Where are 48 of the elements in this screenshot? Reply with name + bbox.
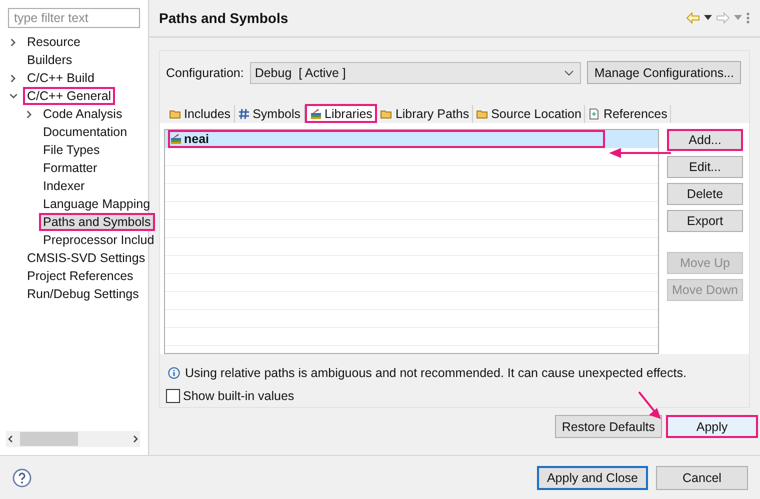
tree-item[interactable]: Code Analysis [39, 105, 126, 123]
folder-icon [380, 108, 392, 120]
books-icon [170, 133, 182, 145]
tree-item[interactable]: C/C++ Build [23, 69, 98, 87]
dialog-button[interactable]: Apply [666, 415, 758, 438]
tree-item[interactable]: Paths and Symbols [39, 213, 155, 231]
tree-item[interactable]: Run/Debug Settings [23, 285, 143, 303]
footer-button[interactable]: Apply and Close [536, 466, 648, 490]
tree-item[interactable]: File Types [39, 141, 104, 159]
dropdown-icon[interactable] [704, 15, 712, 21]
tree-item[interactable]: Builders [23, 51, 76, 69]
help-icon[interactable] [12, 468, 32, 488]
folder-icon [169, 108, 181, 120]
more-icon[interactable] [746, 12, 750, 24]
footer-button[interactable]: Cancel [656, 466, 748, 490]
tree-item[interactable]: Indexer [39, 177, 89, 195]
tree-item[interactable]: Resource [23, 33, 84, 51]
tree-item[interactable]: CMSIS-SVD Settings [23, 249, 150, 267]
side-button[interactable]: Edit... [667, 156, 743, 178]
configuration-label: Configuration: [166, 66, 244, 80]
info-icon [168, 367, 180, 379]
manage-configurations-button[interactable]: Manage Configurations... [587, 61, 741, 84]
filter-field[interactable]: type filter text [8, 8, 140, 28]
checkbox-label: Show built-in values [183, 389, 294, 403]
tree-item[interactable]: Preprocessor Includ [39, 231, 158, 249]
info-text: Using relative paths is ambiguous and not recommended. It can cause unexpected effects. [185, 366, 686, 380]
folder-icon [476, 108, 488, 120]
annotation-arrow [609, 147, 671, 159]
side-button[interactable]: Delete [667, 183, 743, 205]
page-icon [588, 108, 600, 120]
annotation-arrow [637, 390, 663, 420]
side-button[interactable]: Export [667, 210, 743, 232]
page-title: Paths and Symbols [159, 10, 288, 26]
dialog-button[interactable]: Restore Defaults [554, 415, 662, 438]
list-item: neai [184, 132, 210, 146]
horizontal-scrollbar[interactable] [6, 431, 140, 447]
books-icon [310, 108, 322, 120]
side-button[interactable]: Add... [667, 129, 743, 151]
tree-item[interactable]: Project References [23, 267, 138, 285]
checkbox[interactable] [166, 389, 180, 403]
tree-item[interactable]: Language Mapping [39, 195, 154, 213]
tree-item[interactable]: Formatter [39, 159, 102, 177]
tree-item[interactable]: C/C++ General [23, 87, 116, 105]
tree-item[interactable]: Documentation [39, 123, 132, 141]
configuration-dropdown[interactable]: Debug [ Active ] [250, 62, 582, 84]
tab[interactable]: Libraries [304, 104, 378, 123]
hash-icon [238, 108, 250, 120]
list-row[interactable]: neai [165, 130, 658, 148]
